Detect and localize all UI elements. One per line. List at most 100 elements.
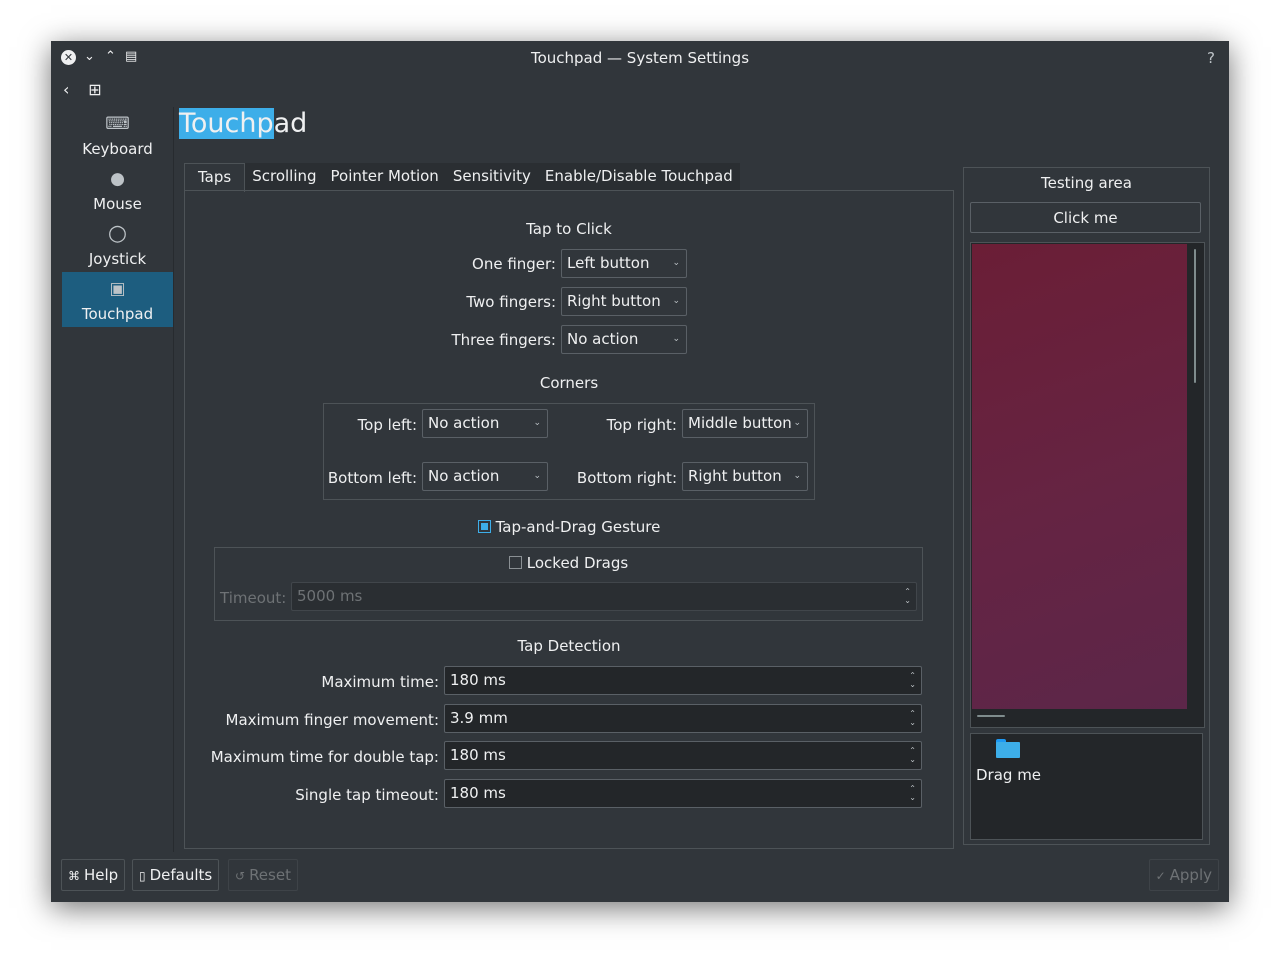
top-right-label: Top right: xyxy=(606,416,677,434)
bottom-right-value: Right button xyxy=(688,467,782,485)
bottom-left-value: No action xyxy=(428,467,500,485)
one-finger-label: One finger: xyxy=(472,255,556,273)
bottom-right-label: Bottom right: xyxy=(576,469,677,487)
help-button[interactable]: ⌘ Help xyxy=(61,859,126,891)
tap-to-click-heading: Tap to Click xyxy=(526,220,612,238)
chevron-down-icon: ⌄ xyxy=(672,296,680,306)
tap-detection-heading: Tap Detection xyxy=(517,637,621,655)
vertical-scrollbar[interactable] xyxy=(1194,249,1196,383)
spin-arrows-icon: ⌃ ⌄ xyxy=(909,746,916,764)
double-tap-label: Maximum time for double tap: xyxy=(210,748,439,766)
tab-bar: Taps Scrolling Pointer Motion Sensitivit… xyxy=(184,163,740,192)
reset-button[interactable]: ↺ Reset xyxy=(228,859,298,891)
max-movement-spinbox[interactable]: 3.9 mm ⌃ ⌄ xyxy=(444,704,922,733)
double-tap-spinbox[interactable]: 180 ms ⌃ ⌄ xyxy=(444,741,922,770)
locked-drags-checkbox[interactable]: Locked Drags xyxy=(215,554,922,572)
tap-and-drag-checkbox[interactable]: Tap-and-Drag Gesture xyxy=(185,518,953,536)
sidebar-item-keyboard[interactable]: ⌨ Keyboard xyxy=(62,107,173,162)
spin-arrows-icon: ⌃ ⌄ xyxy=(904,587,911,605)
one-finger-select[interactable]: Left button ⌄ xyxy=(561,249,687,278)
max-movement-label: Maximum finger movement: xyxy=(225,711,440,729)
category-sidebar: ⌨ Keyboard ● Mouse ○ Joystick ▣ Touchpad xyxy=(62,107,174,852)
checkbox-checked-icon xyxy=(477,520,491,533)
drag-me-label: Drag me xyxy=(976,766,1042,784)
chevron-down-icon: ⌄ xyxy=(672,258,680,268)
max-time-label: Maximum time: xyxy=(321,673,439,691)
timeout-label: Timeout: xyxy=(220,589,287,607)
horizontal-scrollbar[interactable] xyxy=(977,715,1005,717)
page-title: Touchpad xyxy=(179,108,307,139)
tab-pointer-motion[interactable]: Pointer Motion xyxy=(323,163,446,190)
testing-area: Testing area Click me Drag me xyxy=(963,167,1210,845)
page-title-selected-text: Touchp xyxy=(179,108,274,139)
top-left-value: No action xyxy=(428,414,500,432)
keyboard-icon: ⌨ xyxy=(105,114,130,134)
defaults-button-label: Defaults xyxy=(149,866,213,884)
tab-enable-disable-touchpad[interactable]: Enable/Disable Touchpad xyxy=(537,163,740,190)
system-settings-window: ✕ ⌄ ⌃ ▤ Touchpad — System Settings ? ‹ ⊞… xyxy=(51,41,1229,902)
window-title: Touchpad — System Settings xyxy=(530,49,750,67)
chevron-down-icon: ⌄ xyxy=(533,471,541,481)
title-bar: ✕ ⌄ ⌃ ▤ Touchpad — System Settings ? xyxy=(51,41,1229,75)
spin-arrows-icon: ⌃ ⌄ xyxy=(909,709,916,727)
bottom-left-select[interactable]: No action ⌄ xyxy=(422,462,548,491)
checkbox-unchecked-icon xyxy=(508,556,522,569)
help-icon: ⌘ xyxy=(68,869,80,883)
three-fingers-select[interactable]: No action ⌄ xyxy=(561,325,687,354)
top-left-label: Top left: xyxy=(357,416,417,434)
page-title-text: ad xyxy=(273,108,308,139)
single-tap-spinbox[interactable]: 180 ms ⌃ ⌄ xyxy=(444,779,922,808)
bottom-left-label: Bottom left: xyxy=(327,469,417,487)
timeout-spinbox[interactable]: 5000 ms ⌃ ⌄ xyxy=(291,582,917,611)
help-icon[interactable]: ? xyxy=(1207,49,1215,67)
reset-button-label: Reset xyxy=(249,866,291,884)
max-time-spinbox[interactable]: 180 ms ⌃ ⌄ xyxy=(444,666,922,695)
defaults-icon: ▯ xyxy=(139,869,146,883)
taps-tab-panel: Tap to Click One finger: Left button ⌄ Tw… xyxy=(184,190,954,849)
apply-button-label: Apply xyxy=(1169,866,1212,884)
reset-icon: ↺ xyxy=(235,869,246,883)
folder-icon[interactable] xyxy=(996,739,1020,758)
spin-arrows-icon: ⌃ ⌄ xyxy=(909,671,916,689)
single-tap-label: Single tap timeout: xyxy=(295,786,439,804)
testing-area-title: Testing area xyxy=(1041,174,1132,192)
top-right-select[interactable]: Middle button ⌄ xyxy=(682,409,808,438)
double-tap-value: 180 ms xyxy=(450,746,506,764)
tab-scrolling[interactable]: Scrolling xyxy=(245,163,324,190)
wallpaper-image xyxy=(972,244,1187,709)
corners-group: Top left: No action ⌄ Top right: Middle b… xyxy=(323,403,815,500)
test-scroll-area[interactable] xyxy=(970,242,1205,728)
back-icon[interactable]: ‹ xyxy=(63,80,69,99)
corners-heading: Corners xyxy=(539,374,599,392)
chevron-down-icon: ⌄ xyxy=(793,418,801,428)
drag-area[interactable]: Drag me xyxy=(970,733,1203,840)
click-me-button[interactable]: Click me xyxy=(970,202,1201,233)
nav-row: ‹ ⊞ xyxy=(63,80,116,100)
help-button-label: Help xyxy=(84,866,119,884)
bottom-right-select[interactable]: Right button ⌄ xyxy=(682,462,808,491)
sidebar-item-label: Keyboard xyxy=(82,140,153,158)
timeout-value: 5000 ms xyxy=(297,587,363,605)
top-left-select[interactable]: No action ⌄ xyxy=(422,409,548,438)
sidebar-item-joystick[interactable]: ○ Joystick xyxy=(62,217,173,272)
apply-button[interactable]: ✓ Apply xyxy=(1148,859,1219,891)
tap-and-drag-label: Tap-and-Drag Gesture xyxy=(495,518,661,536)
sidebar-item-label: Mouse xyxy=(93,195,142,213)
touchpad-icon: ▣ xyxy=(109,279,126,299)
tab-taps[interactable]: Taps xyxy=(184,163,246,192)
two-fingers-select[interactable]: Right button ⌄ xyxy=(561,287,687,316)
joystick-icon: ○ xyxy=(107,221,128,246)
tap-and-drag-group: Locked Drags Timeout: 5000 ms ⌃ ⌄ xyxy=(214,547,923,621)
defaults-button[interactable]: ▯ Defaults xyxy=(132,859,220,891)
mouse-icon: ● xyxy=(110,169,125,189)
three-fingers-value: No action xyxy=(567,330,639,348)
checkmark-icon: ✓ xyxy=(1155,869,1166,883)
overview-icon[interactable]: ⊞ xyxy=(88,80,101,99)
spin-arrows-icon: ⌃ ⌄ xyxy=(909,784,916,802)
two-fingers-value: Right button xyxy=(567,292,661,310)
one-finger-value: Left button xyxy=(567,254,650,272)
sidebar-item-mouse[interactable]: ● Mouse xyxy=(62,162,173,217)
chevron-down-icon: ⌄ xyxy=(672,334,680,344)
sidebar-item-touchpad[interactable]: ▣ Touchpad xyxy=(62,272,173,327)
tab-sensitivity[interactable]: Sensitivity xyxy=(445,163,538,190)
